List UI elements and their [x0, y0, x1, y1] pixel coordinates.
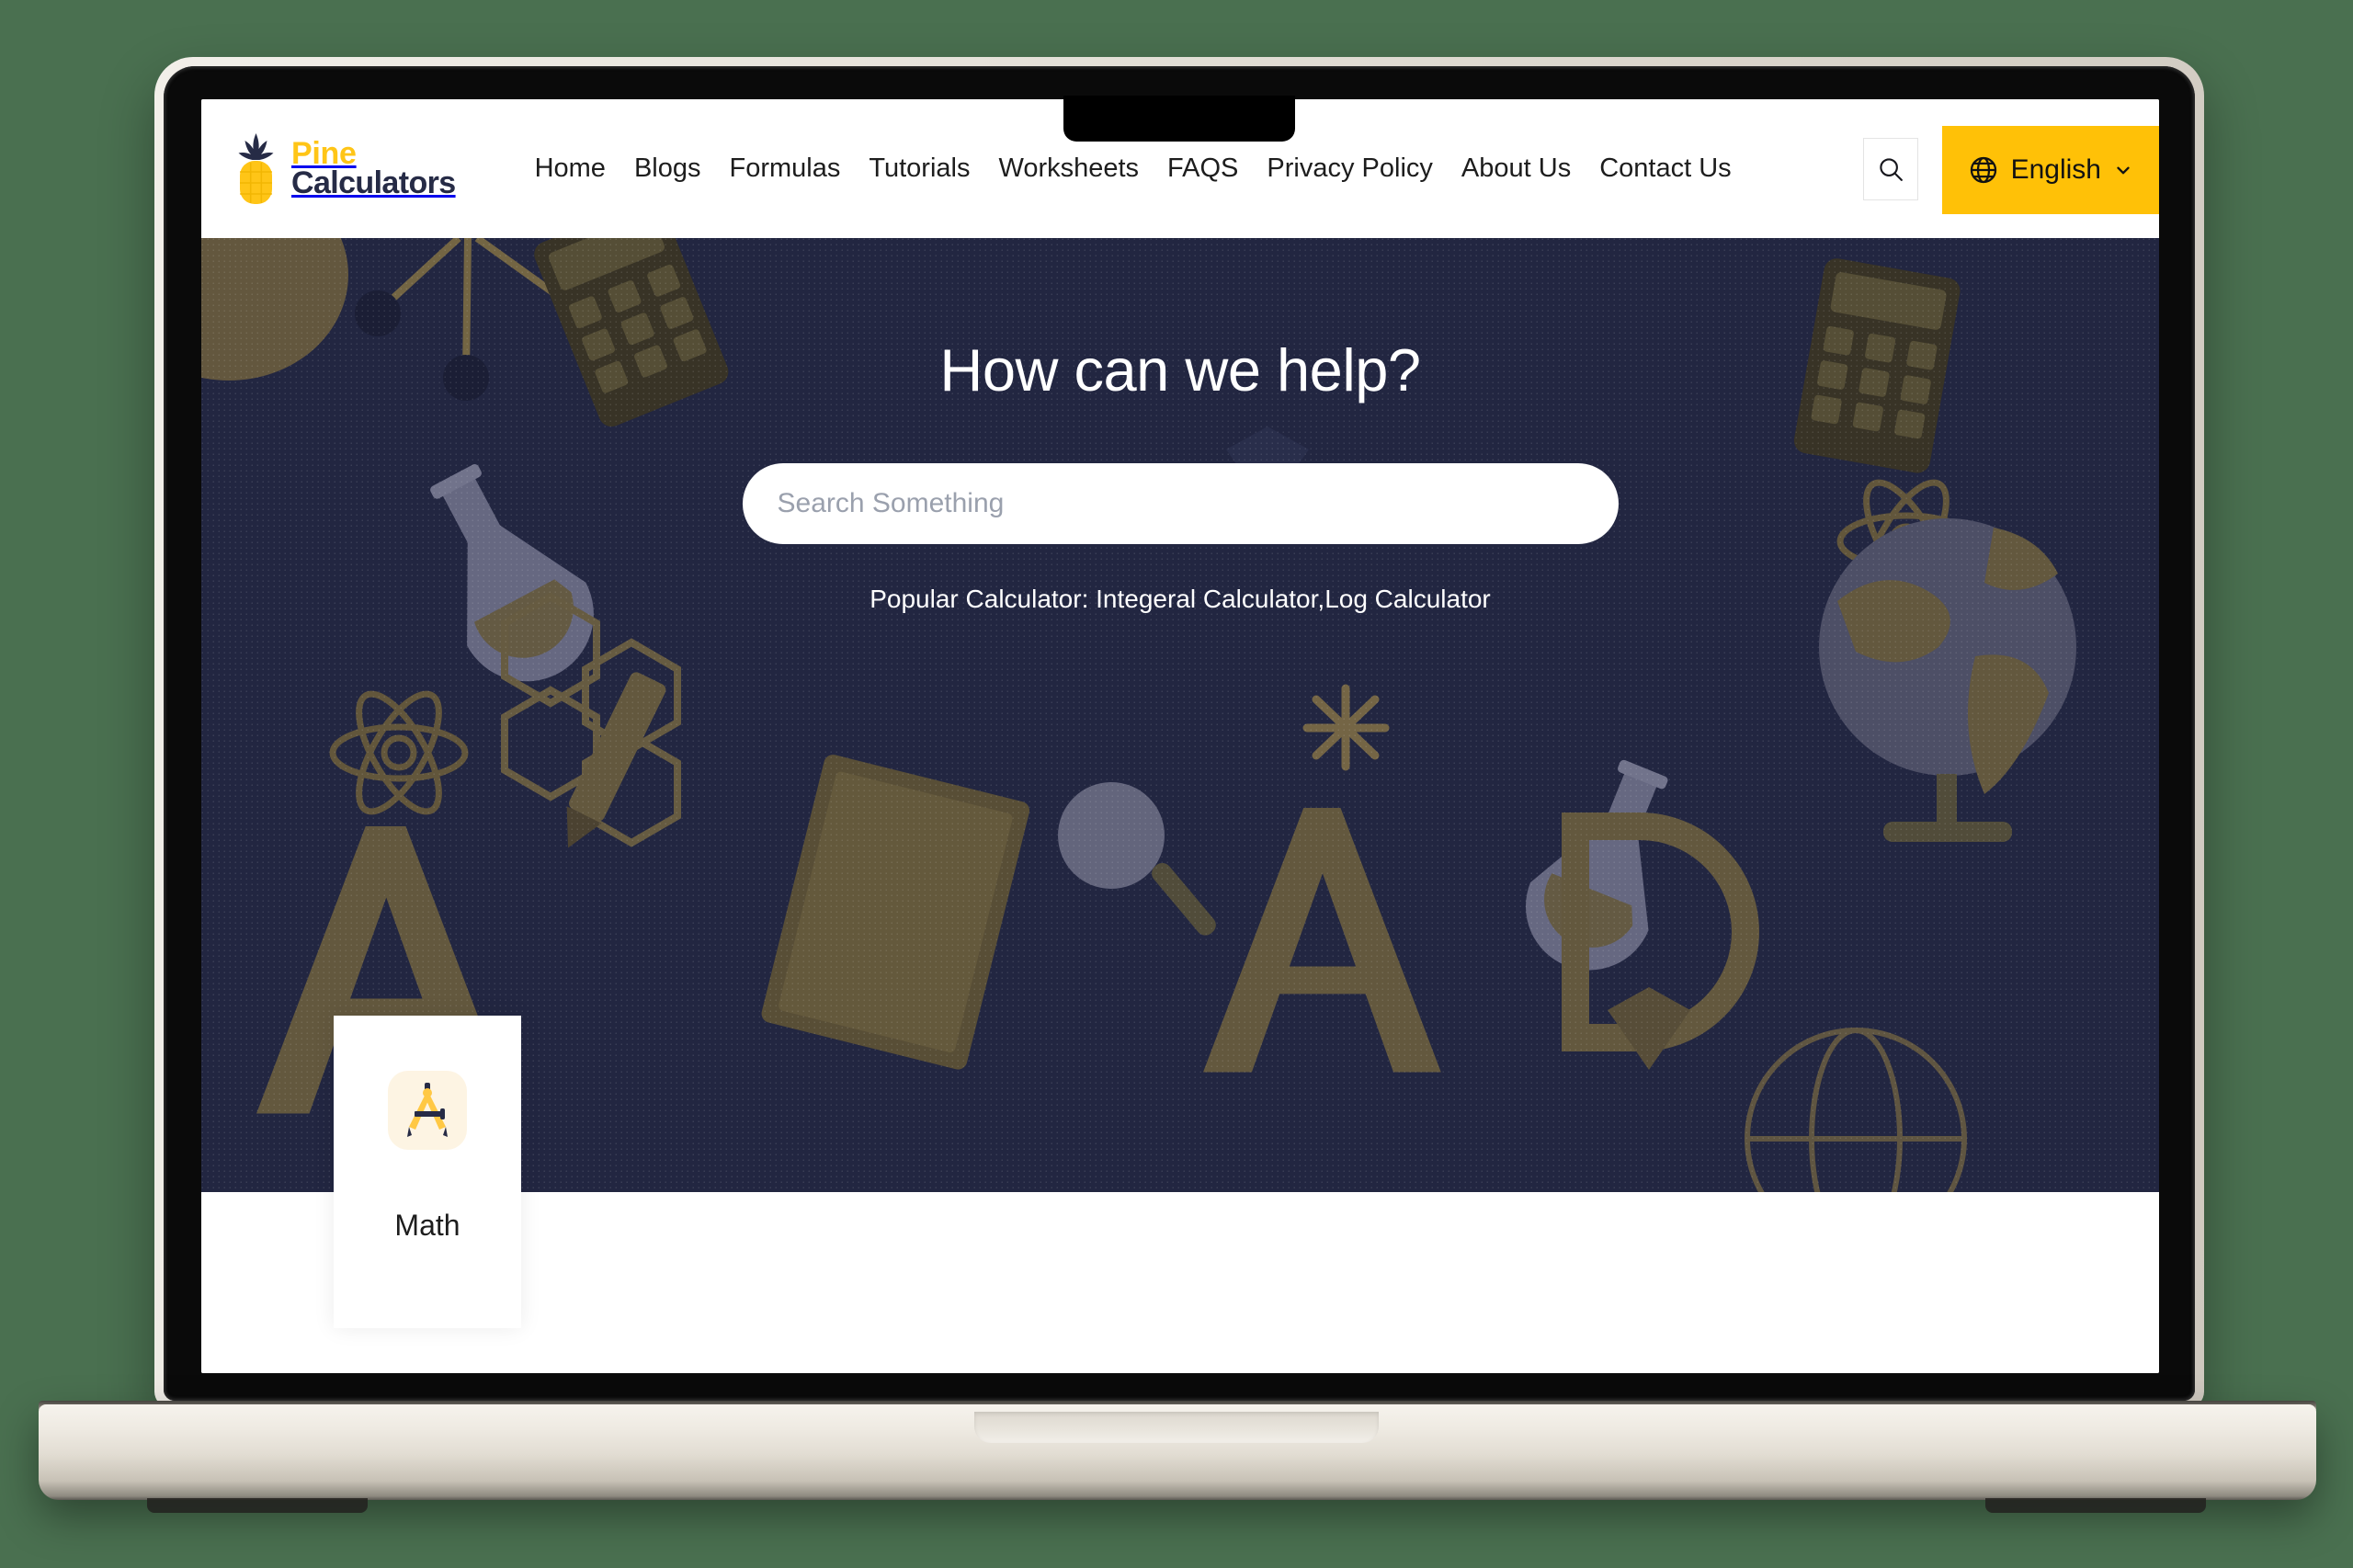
browser-viewport: Pine Calculators Home Blogs Formulas Tut…	[201, 99, 2159, 1373]
hero-content: How can we help? Popular Calculator: Int…	[201, 238, 2159, 614]
camera-notch	[1063, 96, 1295, 142]
hero-search-input[interactable]	[742, 463, 1619, 544]
nav-link-contact-us[interactable]: Contact Us	[1599, 153, 1731, 184]
globe-icon	[1970, 156, 1996, 183]
brand-logo[interactable]: Pine Calculators	[231, 132, 456, 205]
nav-link-faqs[interactable]: FAQS	[1167, 153, 1238, 184]
nav-link-blogs[interactable]: Blogs	[634, 153, 701, 184]
popular-link-log[interactable]: Log Calculator	[1324, 585, 1491, 613]
nav-link-about-us[interactable]: About Us	[1461, 153, 1571, 184]
nav-link-formulas[interactable]: Formulas	[729, 153, 840, 184]
nav-link-tutorials[interactable]: Tutorials	[869, 153, 970, 184]
category-section: Math	[201, 1016, 2159, 1373]
category-icon-tile	[388, 1071, 467, 1150]
nav-link-home[interactable]: Home	[535, 153, 606, 184]
popular-prefix: Popular Calculator:	[870, 585, 1089, 613]
chevron-down-icon	[2117, 166, 2130, 174]
laptop-base-groove	[974, 1412, 1379, 1443]
header-actions: English	[1862, 99, 2159, 238]
hero-heading: How can we help?	[939, 336, 1421, 403]
popular-calculators-line: Popular Calculator: Integeral Calculator…	[201, 585, 2159, 614]
language-label: English	[2010, 153, 2101, 185]
nav-link-privacy-policy[interactable]: Privacy Policy	[1267, 153, 1433, 184]
category-card-list: Math	[334, 1016, 521, 1328]
laptop-foot-left	[147, 1498, 368, 1513]
brand-text-pine: Pine	[291, 136, 357, 172]
category-card-math[interactable]: Math	[334, 1016, 521, 1328]
pineapple-icon	[238, 132, 274, 204]
search-icon	[1879, 157, 1903, 181]
main-navigation: Home Blogs Formulas Tutorials Worksheets…	[535, 153, 1732, 184]
brand-text-calculators: Calculators	[291, 165, 456, 200]
nav-link-worksheets[interactable]: Worksheets	[998, 153, 1139, 184]
brand-wordmark: Pine Calculators	[291, 136, 456, 200]
category-label: Math	[394, 1209, 460, 1242]
compass-divider-icon	[407, 1083, 448, 1137]
laptop-mockup: Pine Calculators Home Blogs Formulas Tut…	[0, 0, 2353, 1568]
language-selector-button[interactable]: English	[1941, 125, 2159, 214]
laptop-foot-right	[1985, 1498, 2206, 1513]
popular-link-integral[interactable]: Integeral Calculator	[1096, 585, 1317, 613]
search-toggle-button[interactable]	[1862, 137, 1918, 200]
hero-search-wrapper	[742, 463, 1619, 544]
